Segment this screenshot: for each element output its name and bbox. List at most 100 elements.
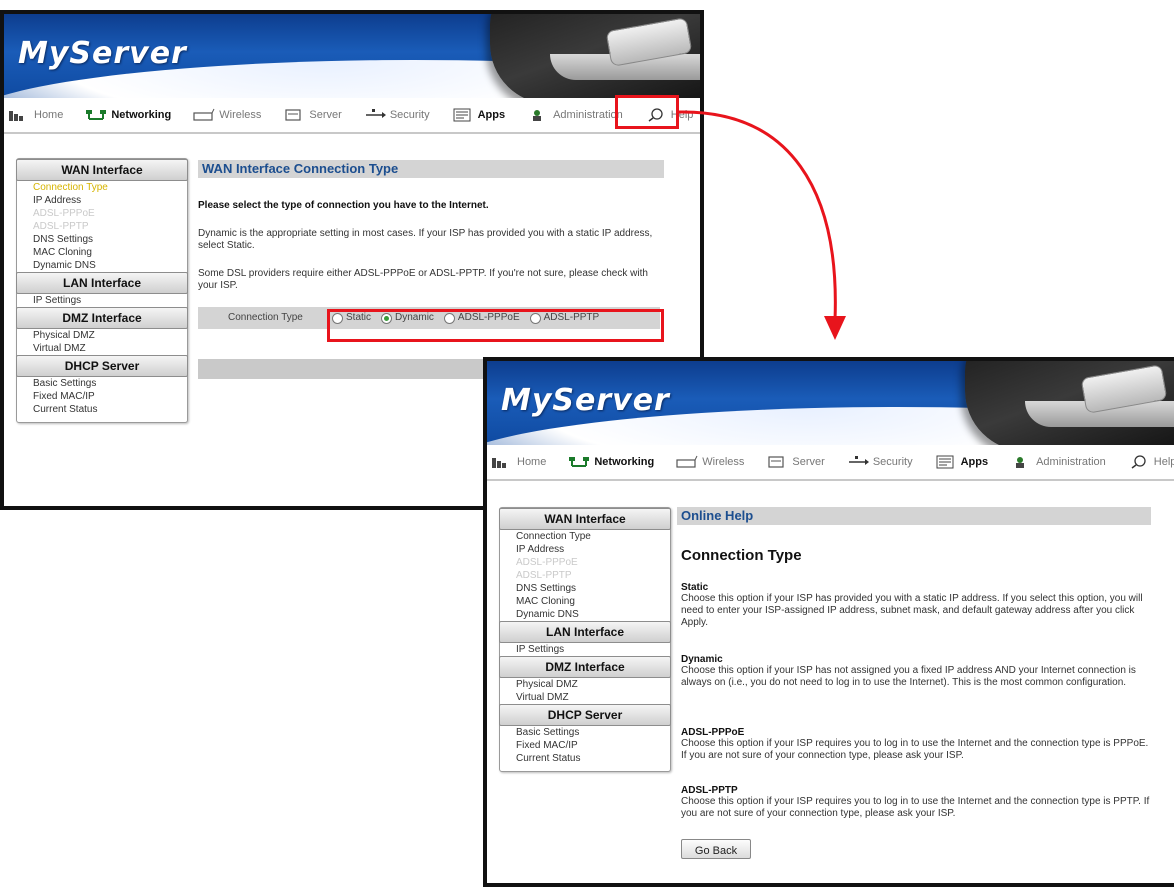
nav-apps-2[interactable]: Apps — [935, 455, 989, 469]
wan-paragraph-2: Some DSL providers require either ADSL-P… — [198, 268, 648, 291]
sidebar-item-ip-address-2[interactable]: IP Address — [500, 543, 670, 556]
connection-options-highlight-box — [327, 309, 664, 342]
nav-administration-label-2: Administration — [1036, 456, 1106, 468]
sidebar-item-dns-settings-2[interactable]: DNS Settings — [500, 582, 670, 595]
security-icon — [365, 109, 386, 118]
apps-icon — [936, 455, 954, 469]
help-option-adsl-pptp-desc: Choose this option if your ISP requires … — [681, 796, 1150, 819]
sidebar-item-dynamic-dns-2[interactable]: Dynamic DNS — [500, 608, 670, 621]
nav-apps[interactable]: Apps — [452, 108, 506, 122]
home-icon — [492, 458, 506, 468]
sidebar-item-basic-settings-2[interactable]: Basic Settings — [500, 726, 670, 739]
sidebar-item-adsl-pptp: ADSL-PPTP — [33, 221, 89, 232]
nav-apps-label: Apps — [477, 109, 506, 121]
sidebar-item-physical-dmz[interactable]: Physical DMZ — [17, 329, 187, 342]
sidebar-item-ip-settings[interactable]: IP Settings — [17, 294, 187, 307]
nav-security-2[interactable]: Security — [847, 455, 913, 469]
administration-icon — [533, 110, 542, 121]
help-option-dynamic-desc: Choose this option if your ISP has not a… — [681, 665, 1136, 688]
sidebar-item-current-status-2[interactable]: Current Status — [500, 752, 670, 765]
nav-administration[interactable]: Administration — [527, 108, 623, 122]
nav-help-2[interactable]: Help — [1128, 455, 1174, 469]
online-help-section-title: Online Help — [677, 507, 1151, 525]
nav-server-label: Server — [309, 109, 342, 121]
sidebar-item-dynamic-dns[interactable]: Dynamic DNS — [17, 259, 187, 272]
administration-icon — [1016, 457, 1025, 468]
sidebar-item-physical-dmz-2[interactable]: Physical DMZ — [500, 678, 670, 691]
nav-networking[interactable]: Networking — [85, 108, 171, 122]
help-icon — [1131, 455, 1146, 469]
go-back-button[interactable]: Go Back — [681, 839, 751, 859]
nav-wireless-label: Wireless — [219, 109, 262, 121]
sidebar-item-ip-address[interactable]: IP Address — [17, 194, 187, 207]
wan-section-title: WAN Interface Connection Type — [198, 160, 664, 178]
nav-security[interactable]: Security — [364, 108, 430, 122]
sidebar-wan-header-2: WAN Interface — [499, 508, 671, 530]
nav-security-label: Security — [389, 109, 430, 121]
nav-home-label: Home — [34, 109, 64, 121]
home-icon — [9, 111, 23, 121]
nav-server[interactable]: Server — [283, 108, 342, 122]
nav-home-label-2: Home — [517, 456, 547, 468]
nav-administration-label: Administration — [553, 109, 623, 121]
header-banner: MyServer — [4, 14, 700, 98]
help-option-adsl-pptp-title: ADSL-PPTP — [681, 785, 738, 796]
wireless-icon — [676, 455, 698, 468]
device-image-2 — [965, 361, 1174, 445]
sidebar-item-mac-cloning[interactable]: MAC Cloning — [17, 246, 187, 259]
sidebar-item-dns-settings[interactable]: DNS Settings — [17, 233, 187, 246]
nav-networking-2[interactable]: Networking — [568, 455, 654, 469]
help-option-static-title: Static — [681, 582, 709, 593]
nav-home[interactable]: Home — [8, 108, 63, 122]
sidebar-item-fixed-mac-ip-2[interactable]: Fixed MAC/IP — [500, 739, 670, 752]
nav-server-2[interactable]: Server — [766, 455, 825, 469]
nav-security-label-2: Security — [872, 456, 913, 468]
nav-networking-label: Networking — [111, 109, 172, 121]
server-icon — [768, 456, 785, 468]
security-icon — [848, 456, 869, 465]
help-option-adsl-pppoe-desc: Choose this option if your ISP requires … — [681, 738, 1149, 761]
connection-type-label: Connection Type — [228, 312, 303, 323]
sidebar-dhcp-header: DHCP Server — [16, 355, 188, 377]
sidebar-lan-header: LAN Interface — [16, 272, 188, 294]
flow-arrow-head — [824, 316, 846, 340]
sidebar-2: WAN Interface Connection Type IP Address… — [499, 507, 671, 772]
sidebar-dmz-header-2: DMZ Interface — [499, 656, 671, 678]
network-icon — [86, 110, 107, 120]
wan-prompt: Please select the type of connection you… — [198, 200, 489, 211]
network-icon — [569, 457, 590, 467]
brand-logo-2: MyServer — [501, 383, 670, 418]
nav-wireless-label-2: Wireless — [702, 456, 745, 468]
sidebar-item-current-status[interactable]: Current Status — [17, 403, 187, 416]
nav-wireless[interactable]: Wireless — [193, 108, 261, 122]
top-nav-2: Home Networking Wireless Server Security… — [487, 445, 1174, 481]
sidebar-item-adsl-pppoe-2: ADSL-PPPoE — [516, 557, 578, 568]
brand-logo: MyServer — [18, 36, 187, 71]
sidebar-item-ip-settings-2[interactable]: IP Settings — [500, 643, 670, 656]
top-nav: Home Networking Wireless Server Security… — [4, 98, 700, 134]
help-highlight-box — [615, 95, 679, 129]
sidebar: WAN Interface Connection Type IP Address… — [16, 158, 188, 423]
sidebar-item-connection-type-2[interactable]: Connection Type — [500, 530, 670, 543]
sidebar-item-basic-settings[interactable]: Basic Settings — [17, 377, 187, 390]
nav-administration-2[interactable]: Administration — [1010, 455, 1106, 469]
nav-help-label-2: Help — [1153, 456, 1174, 468]
nav-wireless-2[interactable]: Wireless — [676, 455, 744, 469]
sidebar-item-connection-type[interactable]: Connection Type — [17, 181, 187, 194]
device-image — [490, 14, 700, 98]
help-option-dynamic-title: Dynamic — [681, 654, 723, 665]
help-page-title: Connection Type — [681, 547, 802, 564]
sidebar-wan-header: WAN Interface — [16, 159, 188, 181]
wireless-icon — [193, 108, 215, 121]
sidebar-dhcp-header-2: DHCP Server — [499, 704, 671, 726]
sidebar-item-mac-cloning-2[interactable]: MAC Cloning — [500, 595, 670, 608]
nav-home-2[interactable]: Home — [491, 455, 546, 469]
sidebar-item-adsl-pptp-2: ADSL-PPTP — [516, 570, 572, 581]
sidebar-item-virtual-dmz-2[interactable]: Virtual DMZ — [500, 691, 670, 704]
sidebar-item-virtual-dmz[interactable]: Virtual DMZ — [17, 342, 187, 355]
online-help-window: MyServer Home Networking Wireless Server… — [483, 357, 1174, 887]
sidebar-item-adsl-pppoe: ADSL-PPPoE — [33, 208, 95, 219]
help-option-static-desc: Choose this option if your ISP has provi… — [681, 593, 1143, 628]
sidebar-item-fixed-mac-ip[interactable]: Fixed MAC/IP — [17, 390, 187, 403]
nav-apps-label-2: Apps — [960, 456, 989, 468]
